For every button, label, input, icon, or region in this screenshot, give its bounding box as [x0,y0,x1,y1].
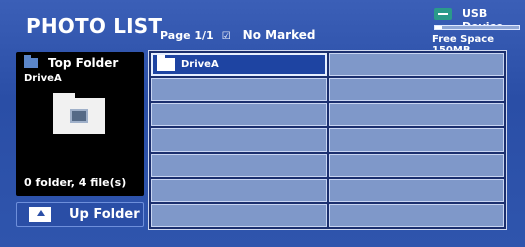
folder-type: Top Folder [24,55,119,70]
folder-preview-icon [53,93,105,134]
grid-cell-empty[interactable] [328,103,504,127]
folder-icon [157,55,175,72]
grid-cell-empty[interactable] [151,103,327,127]
storage-usage-bar [434,25,520,30]
page-indicator: Page 1/1 [160,29,214,42]
grid-cell-empty[interactable] [151,153,327,177]
grid-cell-empty[interactable] [151,78,327,102]
photo-grid: DriveA [148,50,507,230]
grid-cell-empty[interactable] [151,178,327,202]
grid-cell-empty[interactable] [151,128,327,152]
up-folder-button[interactable]: Up Folder [16,202,144,227]
photo-thumbnail-icon [70,109,88,123]
grid-item-label: DriveA [181,59,219,71]
grid-cell-empty[interactable] [328,78,504,102]
folder-info-panel: Top Folder DriveA 0 folder, 4 file(s) [16,52,144,196]
grid-item-folder[interactable]: DriveA [151,53,327,77]
up-folder-icon [29,207,51,222]
page-title: PHOTO LIST [26,14,163,38]
grid-cell-empty[interactable] [328,153,504,177]
grid-cell-empty[interactable] [328,53,504,77]
page-info: Page 1/1 ☑ No Marked [160,28,315,42]
marked-status: No Marked [242,28,316,42]
usb-icon [434,8,452,20]
grid-cell-empty[interactable] [328,203,504,227]
drive-name: DriveA [24,73,62,84]
file-count: 0 folder, 4 file(s) [24,176,127,189]
folder-type-label: Top Folder [48,56,119,70]
up-folder-label: Up Folder [69,207,140,222]
grid-cell-empty[interactable] [328,178,504,202]
grid-cell-empty[interactable] [328,128,504,152]
grid-cell-empty[interactable] [151,203,327,227]
mark-checkbox-icon: ☑ [221,31,231,42]
storage-usage-fill [435,26,442,29]
folder-mini-icon [24,55,38,68]
